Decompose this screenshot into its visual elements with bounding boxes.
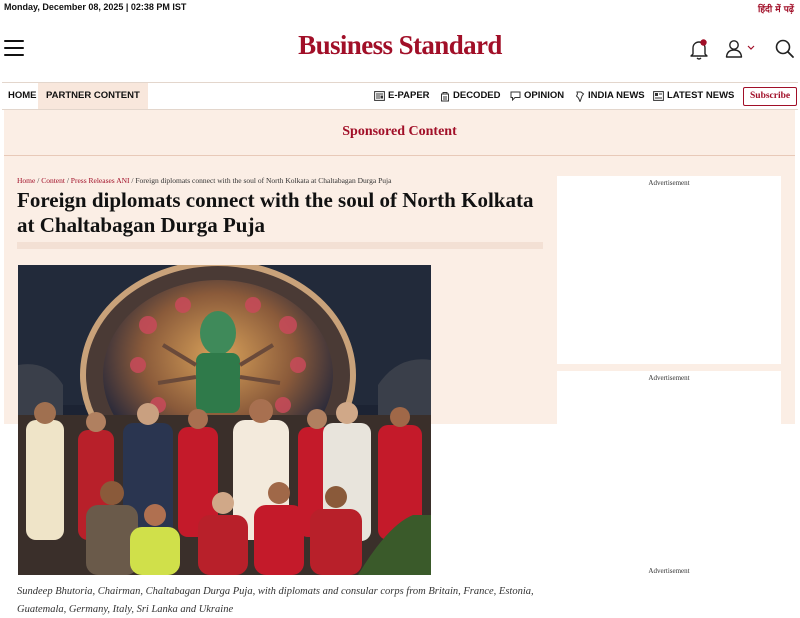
breadcrumb-content[interactable]: Content: [41, 176, 65, 185]
nav-partner-content[interactable]: PARTNER CONTENT: [38, 83, 148, 109]
user-icon[interactable]: [724, 38, 758, 60]
opinion-icon: [510, 91, 521, 101]
subscribe-button[interactable]: Subscribe: [743, 87, 798, 106]
top-bar: Monday, December 08, 2025 | 02:38 PM IST…: [0, 0, 800, 16]
nav-latest-news[interactable]: LATEST NEWS: [653, 83, 734, 109]
advertisement-slot[interactable]: Advertisement: [557, 371, 781, 424]
advertisement-slot[interactable]: Advertisement: [557, 176, 781, 364]
main-nav: HOME PARTNER CONTENT E-PAPER DECODED OPI…: [2, 82, 798, 110]
article-headline: Foreign diplomats connect with the soul …: [17, 188, 534, 237]
article-photo: [18, 265, 431, 575]
nav-decoded-label: DECODED: [453, 90, 501, 101]
search-icon[interactable]: [774, 38, 796, 60]
bell-icon[interactable]: [688, 38, 710, 60]
newspaper-icon: [374, 91, 385, 101]
breadcrumb-press-releases[interactable]: Press Releases ANI: [71, 176, 130, 185]
nav-epaper-label: E-PAPER: [388, 90, 430, 101]
advertisement-label: Advertisement: [648, 374, 690, 382]
breadcrumb-current: Foreign diplomats connect with the soul …: [135, 176, 392, 185]
nav-latest-news-label: LATEST NEWS: [667, 90, 735, 101]
nav-opinion[interactable]: OPINION: [510, 83, 564, 109]
nav-opinion-label: OPINION: [524, 90, 565, 101]
headline-divider: [17, 242, 543, 249]
site-logo[interactable]: Business Standard: [0, 30, 800, 61]
advertisement-label: Advertisement: [648, 567, 690, 575]
hindi-language-link[interactable]: हिंदी में पढ़ें: [758, 2, 794, 15]
nav-epaper[interactable]: E-PAPER: [374, 83, 430, 109]
latest-news-icon: [653, 91, 664, 101]
photo-caption: Sundeep Bhutoria, Chairman, Chaltabagan …: [17, 586, 534, 615]
advertisement-label: Advertisement: [648, 179, 690, 187]
nav-india-news[interactable]: INDIA NEWS: [575, 83, 645, 109]
nav-home[interactable]: HOME: [8, 83, 37, 109]
nav-decoded[interactable]: DECODED: [440, 83, 501, 109]
breadcrumb-home[interactable]: Home: [17, 176, 35, 185]
india-map-icon: [575, 91, 585, 102]
sponsored-content-banner: Sponsored Content: [4, 110, 795, 156]
current-date: Monday, December 08, 2025 | 02:38 PM IST: [4, 2, 187, 12]
breadcrumb: Home / Content / Press Releases ANI / Fo…: [17, 176, 391, 185]
decoded-icon: [441, 91, 449, 101]
site-header: Business Standard: [0, 16, 800, 82]
nav-india-news-label: INDIA NEWS: [588, 90, 645, 101]
